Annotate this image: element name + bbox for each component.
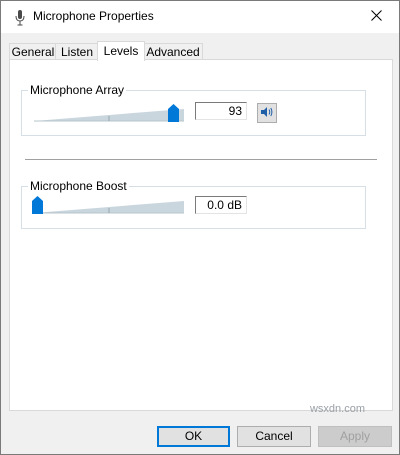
mute-button[interactable] [257, 103, 277, 123]
tab-levels[interactable]: Levels [97, 41, 145, 61]
levels-panel: Microphone Array 93 Microphone Boost 0.0… [9, 59, 393, 411]
microphone-boost-slider[interactable] [32, 195, 184, 217]
tab-label: Advanced [146, 45, 200, 59]
cancel-button[interactable]: Cancel [237, 426, 311, 447]
microphone-array-value[interactable]: 93 [195, 102, 247, 120]
apply-button[interactable]: Apply [318, 426, 392, 447]
close-button[interactable] [353, 1, 399, 33]
tab-listen[interactable]: Listen [55, 43, 99, 60]
watermark-text: wsxdn.com [309, 403, 365, 415]
microphone-boost-group: Microphone Boost 0.0 dB [21, 179, 366, 229]
microphone-array-group: Microphone Array 93 [21, 83, 366, 136]
microphone-icon [15, 10, 25, 26]
microphone-array-slider[interactable] [34, 103, 184, 125]
separator-line [25, 159, 377, 160]
microphone-array-label: Microphone Array [28, 83, 127, 97]
tab-label: General [11, 45, 55, 59]
tab-general[interactable]: General [9, 43, 57, 60]
properties-window: Microphone Properties General Listen Lev… [0, 0, 400, 455]
microphone-boost-value[interactable]: 0.0 dB [195, 196, 247, 214]
title-bar: Microphone Properties [1, 1, 399, 33]
microphone-array-thumb[interactable] [168, 104, 179, 122]
microphone-array-track [34, 109, 184, 122]
tab-advanced[interactable]: Advanced [143, 43, 203, 60]
tab-label: Levels [103, 44, 139, 58]
microphone-boost-track [34, 201, 184, 214]
microphone-boost-label: Microphone Boost [28, 179, 129, 193]
close-icon [370, 10, 382, 24]
speaker-icon [260, 106, 274, 121]
tab-label: Listen [60, 45, 94, 59]
ok-button[interactable]: OK [157, 426, 230, 447]
window-title: Microphone Properties [33, 9, 154, 23]
microphone-boost-thumb[interactable] [32, 196, 43, 214]
